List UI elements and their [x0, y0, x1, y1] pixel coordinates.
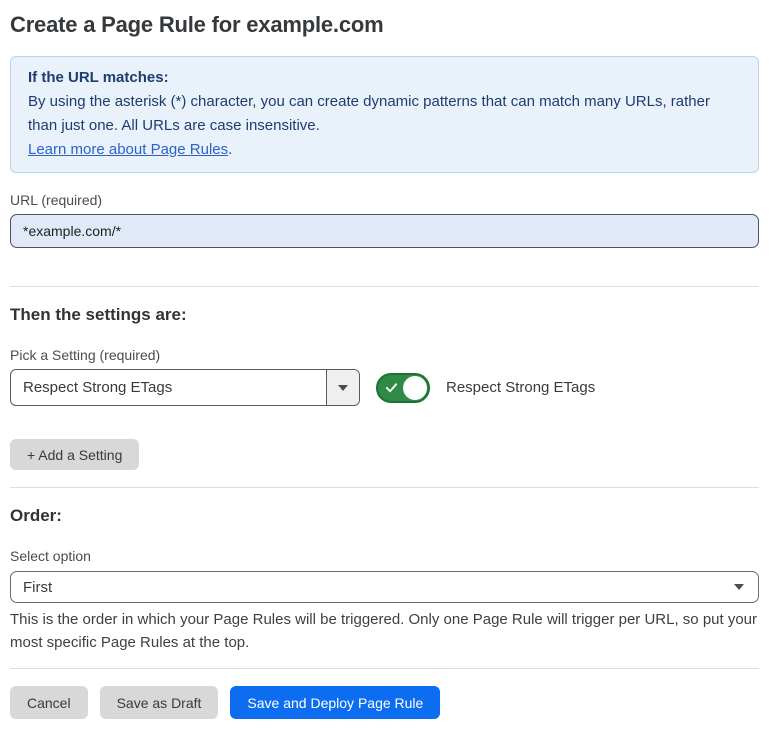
add-setting-button[interactable]: + Add a Setting — [10, 439, 139, 470]
settings-section-heading: Then the settings are: — [10, 305, 759, 325]
check-icon — [384, 380, 399, 395]
toggle-label: Respect Strong ETags — [446, 379, 595, 396]
footer-buttons: Cancel Save as Draft Save and Deploy Pag… — [10, 686, 759, 719]
info-box-heading: If the URL matches: — [28, 66, 741, 90]
section-divider — [10, 487, 759, 488]
order-section-heading: Order: — [10, 506, 759, 526]
toggle-knob — [403, 376, 427, 400]
info-box-link-line: Learn more about Page Rules. — [28, 138, 741, 162]
save-and-deploy-button[interactable]: Save and Deploy Page Rule — [230, 686, 440, 719]
order-help-text: This is the order in which your Page Rul… — [10, 608, 759, 654]
setting-select[interactable]: Respect Strong ETags — [10, 369, 360, 406]
respect-strong-etags-toggle[interactable] — [376, 373, 430, 403]
setting-row: Respect Strong ETags Respect Strong ETag… — [10, 369, 759, 406]
chevron-down-icon — [734, 584, 744, 590]
cancel-button[interactable]: Cancel — [10, 686, 88, 719]
learn-more-link[interactable]: Learn more about Page Rules — [28, 141, 228, 158]
order-select-value: First — [23, 579, 734, 596]
section-divider — [10, 286, 759, 287]
order-select-label: Select option — [10, 548, 759, 564]
info-box-body: By using the asterisk (*) character, you… — [28, 90, 741, 138]
url-input[interactable] — [10, 214, 759, 248]
url-matches-info-box: If the URL matches: By using the asteris… — [10, 56, 759, 173]
order-select[interactable]: First — [10, 571, 759, 603]
setting-select-value: Respect Strong ETags — [11, 370, 326, 405]
setting-select-dropdown-button[interactable] — [326, 370, 359, 405]
link-suffix: . — [228, 141, 232, 158]
pick-setting-label: Pick a Setting (required) — [10, 347, 759, 363]
page-title: Create a Page Rule for example.com — [10, 12, 759, 38]
save-as-draft-button[interactable]: Save as Draft — [100, 686, 219, 719]
create-page-rule-panel: Create a Page Rule for example.com If th… — [0, 0, 769, 735]
footer-divider — [10, 668, 759, 669]
url-field-label: URL (required) — [10, 192, 759, 208]
chevron-down-icon — [338, 385, 348, 391]
